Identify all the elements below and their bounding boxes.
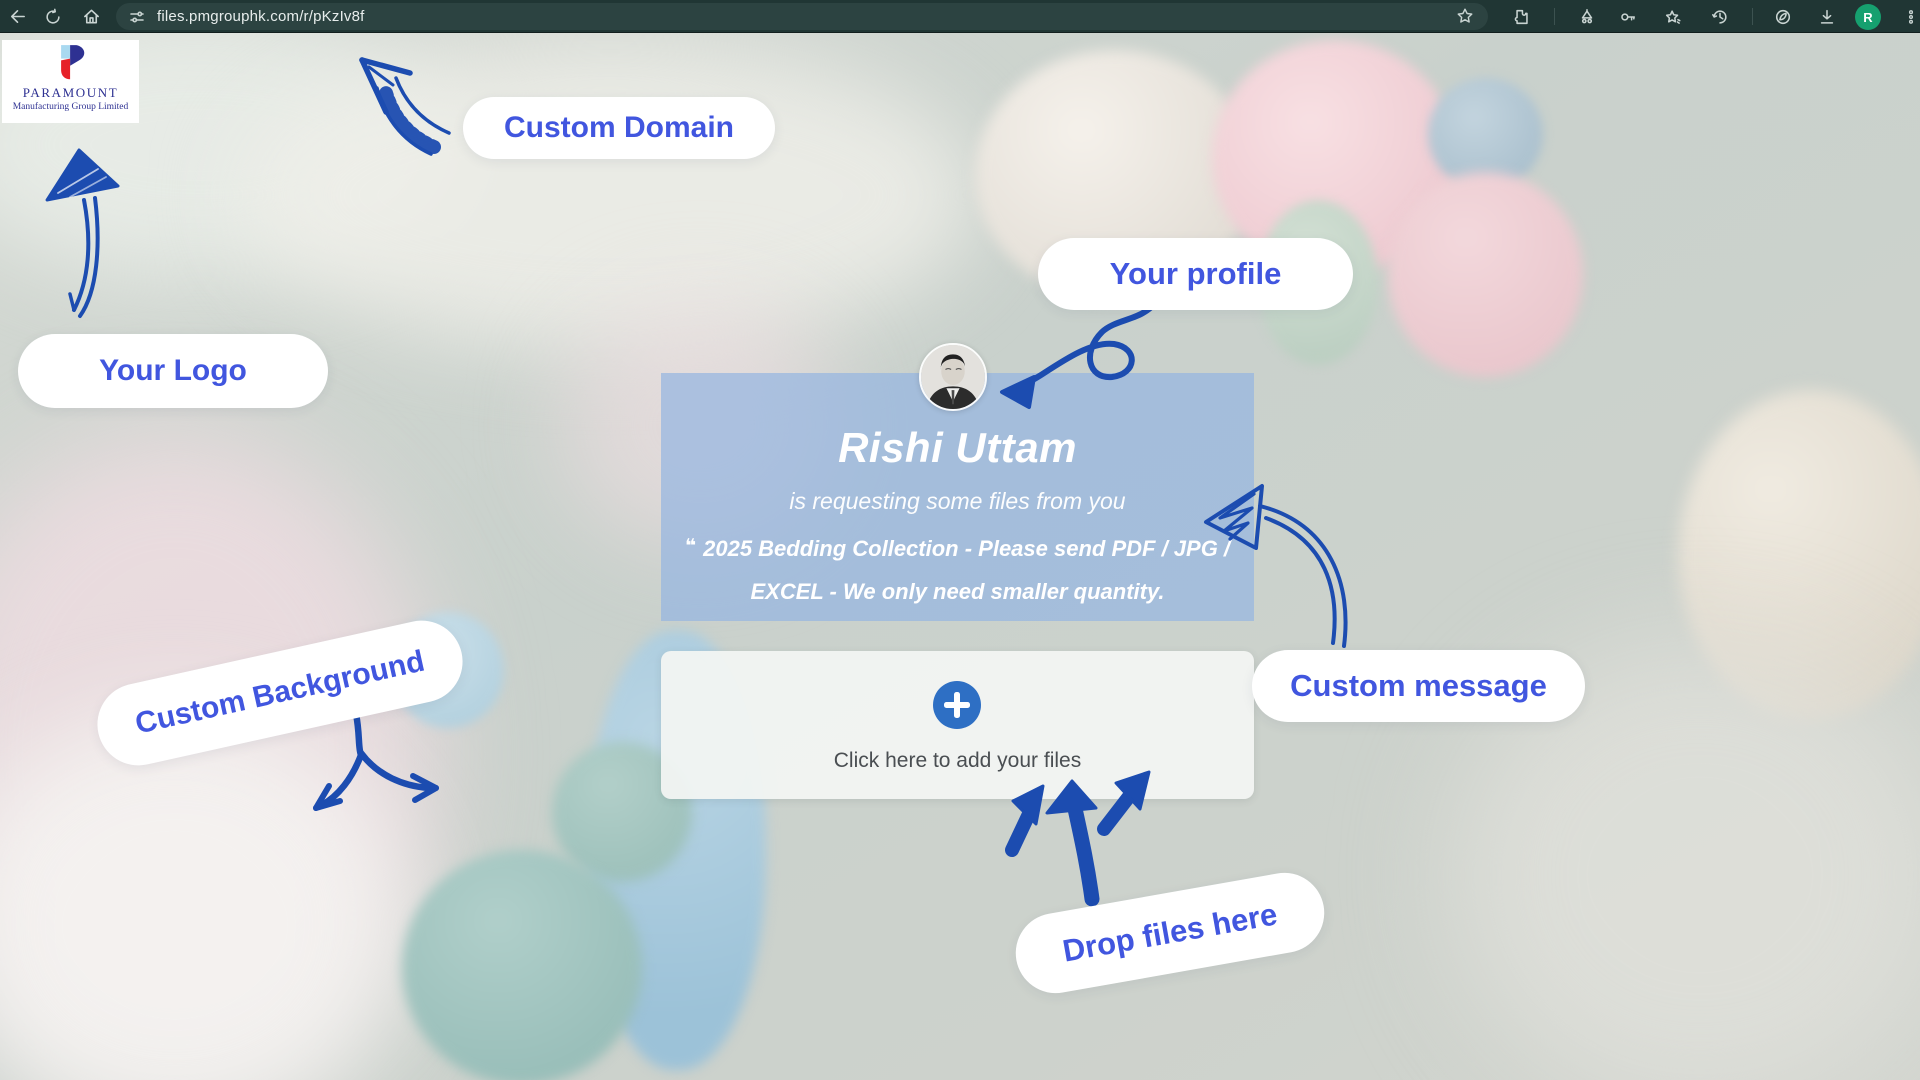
upload-label: Click here to add your files — [661, 749, 1254, 773]
paramount-logo-mark — [53, 45, 89, 83]
upload-dropzone[interactable]: Click here to add your files — [661, 651, 1254, 799]
custom-message-label: Custom message — [1252, 650, 1585, 722]
background-pink-balloon — [1388, 172, 1583, 377]
star-sparkle-icon[interactable] — [1656, 0, 1690, 33]
quote-icon: ❝ — [685, 535, 696, 557]
logo-tagline-text: Manufacturing Group Limited — [13, 102, 129, 112]
toolbar-divider — [1554, 8, 1555, 25]
url-text: files.pmgrouphk.com/r/pKzIv8f — [157, 8, 365, 25]
download-icon[interactable] — [1810, 0, 1844, 33]
request-subtitle: is requesting some files from you — [661, 488, 1254, 515]
browser-essentials-icon[interactable] — [1766, 0, 1800, 33]
your-profile-label: Your profile — [1038, 238, 1353, 310]
browser-toolbar: files.pmgrouphk.com/r/pKzIv8f — [0, 0, 1920, 33]
request-message: ❝ 2025 Bedding Collection - Please send P… — [671, 528, 1244, 613]
logo-brand-text: PARAMOUNT — [23, 85, 119, 101]
drop-files-here-label: Drop files here — [1009, 867, 1330, 1000]
your-logo-label: Your Logo — [18, 334, 328, 408]
company-logo: PARAMOUNT Manufacturing Group Limited — [2, 40, 139, 123]
requester-avatar — [919, 343, 987, 411]
request-message-line2: EXCEL - We only need smaller quantity. — [750, 579, 1164, 604]
request-message-line1: 2025 Bedding Collection - Please send PD… — [703, 536, 1230, 561]
background-cloud — [240, 40, 980, 350]
screen: Rishi Uttam is requesting some files fro… — [0, 0, 1920, 1080]
bookmark-star-icon[interactable] — [1456, 7, 1474, 30]
add-files-button[interactable] — [933, 681, 981, 729]
password-key-icon[interactable] — [1611, 0, 1645, 33]
browser-profile-avatar[interactable]: R — [1855, 4, 1881, 30]
custom-domain-label: Custom Domain — [463, 97, 775, 159]
extensions-icon[interactable] — [1505, 0, 1539, 33]
url-bar[interactable]: files.pmgrouphk.com/r/pKzIv8f — [116, 3, 1488, 30]
toolbar-divider — [1752, 8, 1753, 25]
menu-kebab-icon[interactable] — [1894, 0, 1920, 33]
site-info-icon[interactable] — [129, 9, 145, 25]
reload-button[interactable] — [36, 0, 70, 33]
history-icon[interactable] — [1703, 0, 1737, 33]
home-button[interactable] — [74, 0, 108, 33]
extension-hanger-icon[interactable] — [1570, 0, 1604, 33]
background-teal-balloon — [402, 850, 642, 1080]
back-button[interactable] — [0, 0, 34, 33]
requester-name: Rishi Uttam — [661, 424, 1254, 472]
